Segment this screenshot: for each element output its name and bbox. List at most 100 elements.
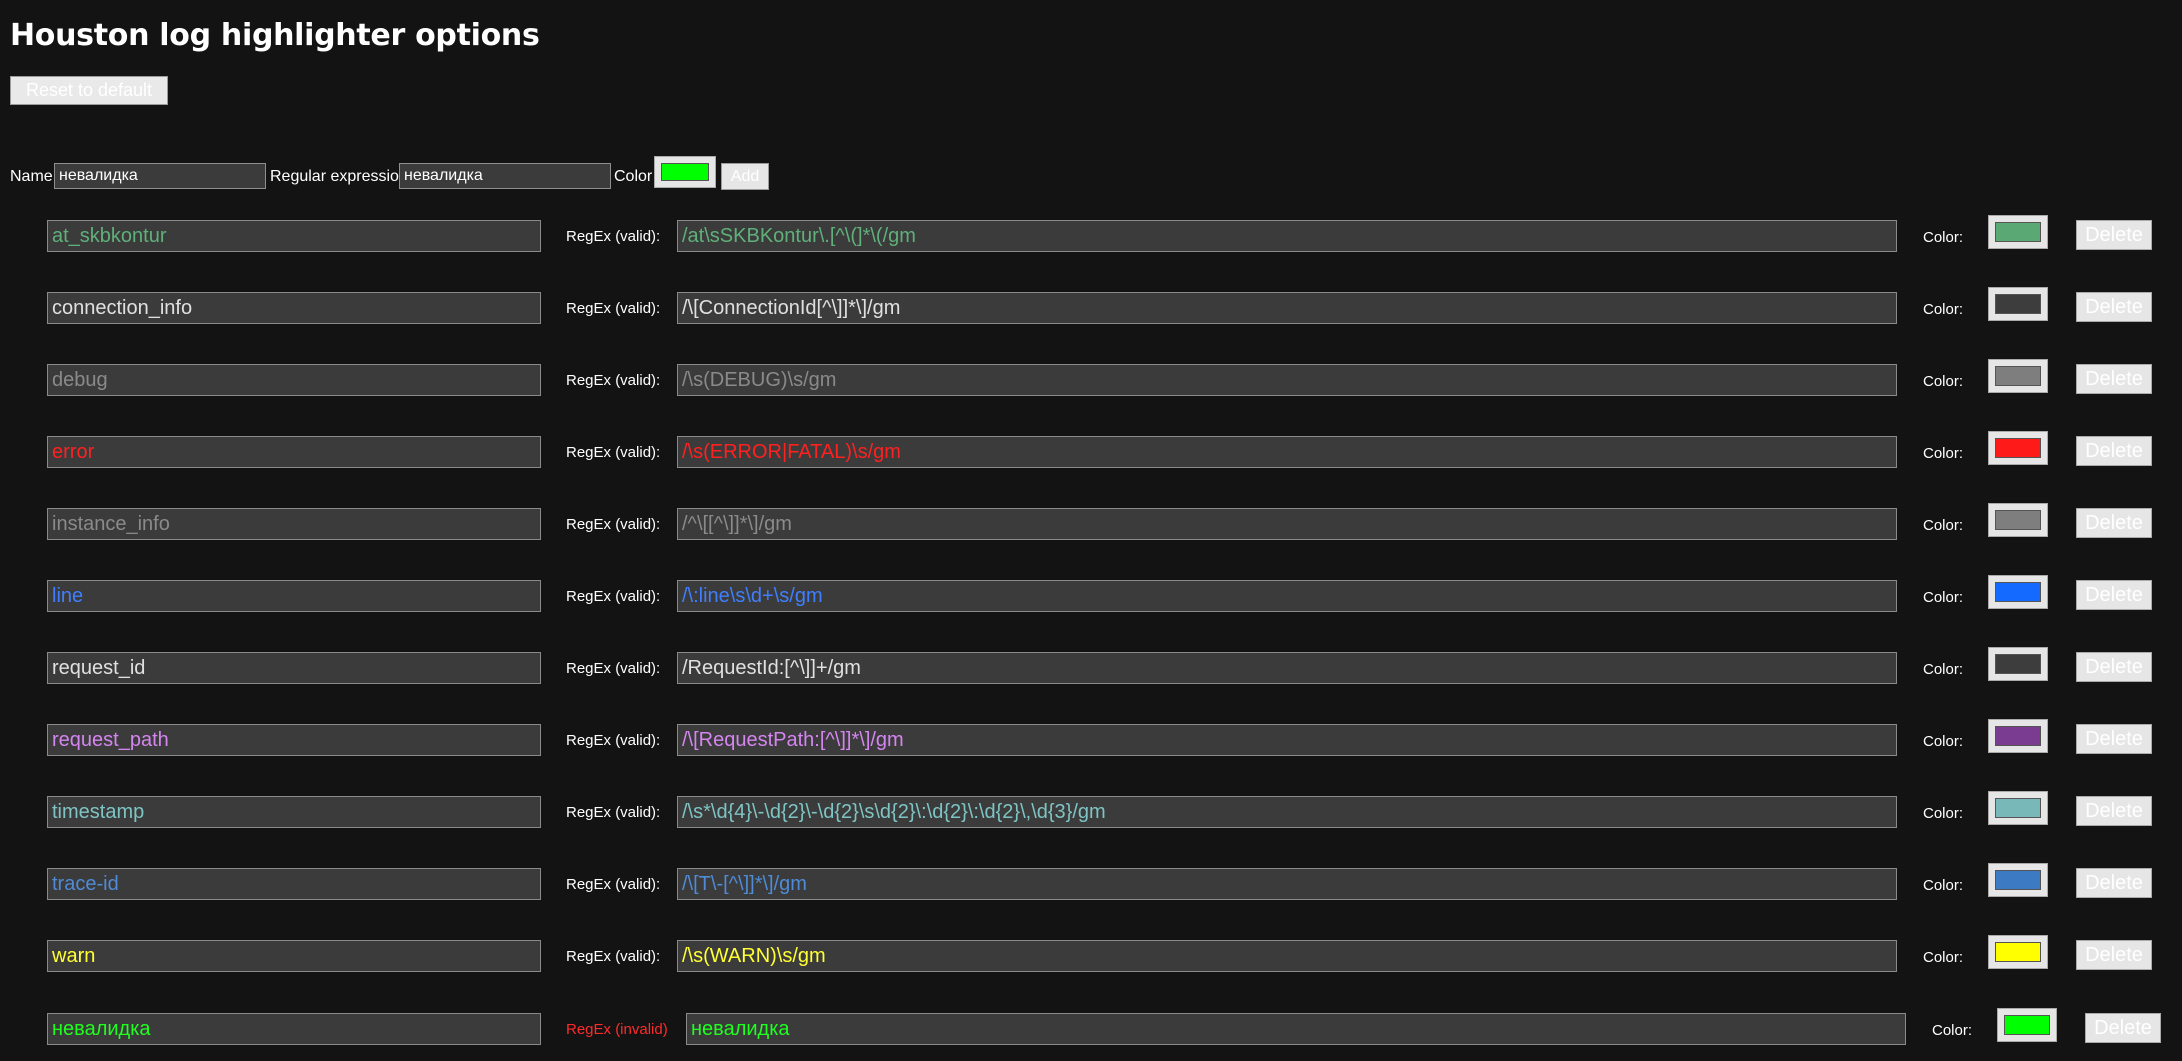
rule-color-swatch [2004,1015,2050,1035]
rule-color-picker[interactable] [1988,287,2048,321]
rule-color-picker[interactable] [1988,719,2048,753]
regex-status-label: RegEx (valid): [566,660,661,677]
rule-color-picker[interactable] [1988,791,2048,825]
rule-color-swatch [1995,438,2041,458]
rule-name-input[interactable] [47,364,541,396]
rule-regex-input[interactable] [677,652,1897,684]
rule-row: RegEx (valid): Color: Delete [0,359,2182,404]
rule-color-picker[interactable] [1988,359,2048,393]
rule-name-input[interactable] [47,220,541,252]
rule-row: RegEx (valid): Color: Delete [0,935,2182,980]
add-rule-form: Name Regular expression Color Add [10,156,910,196]
rule-name-input[interactable] [47,796,541,828]
new-name-input[interactable] [54,163,266,189]
rule-color-swatch [1995,870,2041,890]
rule-color-picker[interactable] [1988,935,2048,969]
rule-color-picker[interactable] [1988,431,2048,465]
rule-color-picker[interactable] [1988,503,2048,537]
delete-rule-button[interactable]: Delete [2076,508,2152,538]
rule-row: RegEx (valid): Color: Delete [0,575,2182,620]
regex-status-label: RegEx (valid): [566,588,661,605]
regex-status-label: RegEx (valid): [566,876,661,893]
rule-color-picker[interactable] [1988,647,2048,681]
rule-name-input[interactable] [47,508,541,540]
rule-color-swatch [1995,726,2041,746]
regex-status-label: RegEx (valid): [566,444,661,461]
rule-regex-input[interactable] [677,580,1897,612]
rule-regex-input[interactable] [677,436,1897,468]
color-label: Color: [1923,373,1964,390]
regex-status-label: RegEx (valid): [566,372,661,389]
rule-color-swatch [1995,942,2041,962]
color-label: Color: [1923,445,1964,462]
color-label: Color: [1923,517,1964,534]
rule-name-input[interactable] [47,868,541,900]
new-color-picker[interactable] [654,156,716,188]
rule-row: RegEx (valid): Color: Delete [0,431,2182,476]
regex-label: Regular expression [270,168,408,185]
rule-row: RegEx (valid): Color: Delete [0,503,2182,548]
rule-name-input[interactable] [47,292,541,324]
color-label: Color: [1923,589,1964,606]
rule-regex-input[interactable] [686,1013,1906,1045]
rule-row: RegEx (valid): Color: Delete [0,215,2182,260]
new-regex-input[interactable] [399,163,611,189]
rule-row: RegEx (valid): Color: Delete [0,287,2182,332]
rule-name-input[interactable] [47,436,541,468]
rule-name-input[interactable] [47,724,541,756]
regex-status-label: RegEx (valid): [566,300,661,317]
rule-name-input[interactable] [47,1013,541,1045]
rule-color-swatch [1995,510,2041,530]
color-label: Color: [1923,661,1964,678]
color-label: Color: [1932,1022,1973,1039]
rule-regex-input[interactable] [677,364,1897,396]
rule-color-picker[interactable] [1997,1008,2057,1042]
color-label: Color [614,168,653,185]
delete-rule-button[interactable]: Delete [2076,868,2152,898]
delete-rule-button[interactable]: Delete [2076,292,2152,322]
delete-rule-button[interactable]: Delete [2076,220,2152,250]
rule-name-input[interactable] [47,940,541,972]
delete-rule-button[interactable]: Delete [2085,1013,2161,1043]
color-label: Color: [1923,805,1964,822]
delete-rule-button[interactable]: Delete [2076,436,2152,466]
color-label: Color: [1923,877,1964,894]
rule-color-picker[interactable] [1988,215,2048,249]
rule-regex-input[interactable] [677,940,1897,972]
rule-color-swatch [1995,366,2041,386]
regex-status-label: RegEx (invalid) [566,1021,668,1038]
delete-rule-button[interactable]: Delete [2076,724,2152,754]
rule-regex-input[interactable] [677,220,1897,252]
page-title: Houston log highlighter options [10,18,540,53]
rule-regex-input[interactable] [677,292,1897,324]
rule-color-swatch [1995,654,2041,674]
color-label: Color: [1923,229,1964,246]
rule-name-input[interactable] [47,580,541,612]
color-label: Color: [1923,301,1964,318]
rule-regex-input[interactable] [677,868,1897,900]
rule-regex-input[interactable] [677,508,1897,540]
name-label: Name [10,168,53,185]
regex-status-label: RegEx (valid): [566,804,661,821]
regex-status-label: RegEx (valid): [566,516,661,533]
delete-rule-button[interactable]: Delete [2076,940,2152,970]
color-label: Color: [1923,733,1964,750]
regex-status-label: RegEx (valid): [566,228,661,245]
rule-regex-input[interactable] [677,796,1897,828]
rule-row: RegEx (valid): Color: Delete [0,791,2182,836]
rule-color-swatch [1995,294,2041,314]
rule-color-picker[interactable] [1988,575,2048,609]
rule-name-input[interactable] [47,652,541,684]
delete-rule-button[interactable]: Delete [2076,652,2152,682]
delete-rule-button[interactable]: Delete [2076,364,2152,394]
add-button[interactable]: Add [721,163,769,190]
rule-color-swatch [1995,222,2041,242]
new-color-swatch [661,163,709,181]
delete-rule-button[interactable]: Delete [2076,580,2152,610]
rule-row: RegEx (valid): Color: Delete [0,647,2182,692]
delete-rule-button[interactable]: Delete [2076,796,2152,826]
reset-to-default-button[interactable]: Reset to default [10,76,168,105]
rule-regex-input[interactable] [677,724,1897,756]
rule-color-picker[interactable] [1988,863,2048,897]
color-label: Color: [1923,949,1964,966]
